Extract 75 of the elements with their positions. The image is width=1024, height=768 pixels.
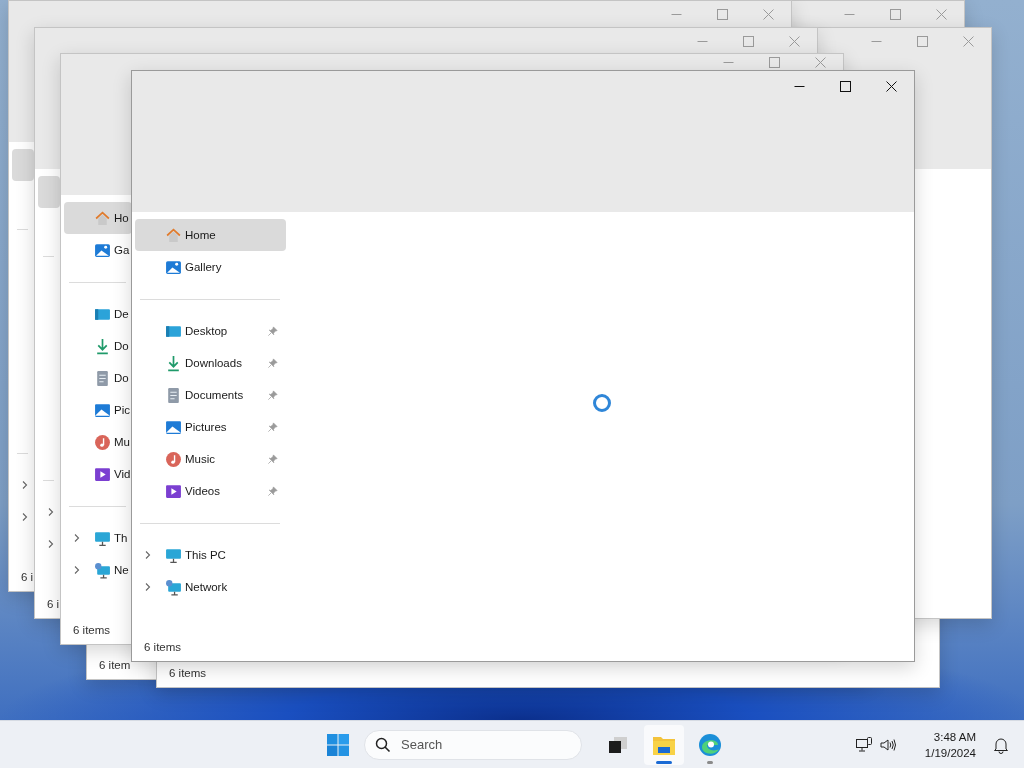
sidebar-item[interactable]: Desktop	[135, 315, 286, 347]
sidebar-item[interactable]: Pictures	[135, 411, 286, 443]
sidebar-item[interactable]	[12, 149, 34, 181]
sidebar-item[interactable]: Music	[135, 443, 286, 475]
windows-logo-icon	[326, 732, 350, 757]
maximize-icon	[768, 56, 780, 68]
maximize-icon	[889, 8, 901, 20]
sidebar-item[interactable]	[38, 176, 60, 208]
sidebar-item[interactable]: Gallery	[135, 251, 286, 283]
clock-time: 3:48 AM	[933, 729, 976, 745]
sidebar-item[interactable]: Downloads	[135, 347, 286, 379]
search-field[interactable]: Search	[399, 736, 553, 753]
pin-icon[interactable]	[267, 389, 278, 401]
clock[interactable]: 3:48 AM 1/19/2024	[924, 728, 976, 761]
sidebar-item[interactable]: Mu	[64, 426, 132, 458]
video-icon	[165, 482, 182, 500]
home-icon	[94, 209, 111, 227]
maximize-icon	[742, 35, 754, 47]
sidebar-item[interactable]: Documents	[135, 379, 286, 411]
sidebar-item[interactable]: Ho	[64, 202, 132, 234]
pin-icon[interactable]	[267, 325, 278, 337]
sidebar-item[interactable]: Ga	[64, 234, 132, 266]
sidebar-item[interactable]: Pic	[64, 394, 132, 426]
home-icon	[165, 226, 182, 244]
sidebar-item[interactable]: Network	[135, 571, 286, 603]
network-icon	[94, 561, 111, 579]
maximize-icon	[839, 80, 851, 92]
picture-icon	[94, 401, 111, 419]
network-icon	[165, 578, 182, 596]
monitor-icon	[94, 529, 111, 547]
network-status-icon[interactable]	[854, 735, 873, 754]
pin-icon[interactable]	[267, 485, 278, 497]
item-count: 6 item	[99, 659, 131, 671]
item-count: 6 items	[169, 667, 207, 679]
document-icon	[94, 369, 111, 387]
close-icon	[762, 8, 774, 20]
search-bar[interactable]: Search	[364, 729, 582, 760]
document-icon	[165, 386, 182, 404]
monitor-icon	[165, 546, 182, 564]
picture-icon	[165, 418, 182, 436]
item-count: 6 items	[73, 624, 111, 636]
sidebar-item[interactable]: De	[64, 298, 132, 330]
pin-icon[interactable]	[267, 453, 278, 465]
pin-icon[interactable]	[267, 421, 278, 433]
sidebar-item[interactable]: Ne	[64, 554, 132, 586]
clock-date: 1/19/2024	[924, 745, 976, 761]
sidebar-item[interactable]: Vid	[64, 458, 132, 490]
maximize-icon	[716, 8, 728, 20]
video-icon	[94, 465, 111, 483]
sidebar-item[interactable]: Do	[64, 362, 132, 394]
gallery-icon	[165, 258, 182, 276]
task-view-icon	[608, 735, 628, 754]
sidebar-item[interactable]: Home	[135, 219, 286, 251]
close-icon	[935, 8, 947, 20]
pin-icon[interactable]	[267, 357, 278, 369]
download-icon	[165, 354, 182, 372]
sidebar-item[interactable]: This PC	[135, 539, 286, 571]
browser-icon	[698, 732, 722, 757]
sidebar-item[interactable]: Videos	[135, 475, 286, 507]
maximize-icon	[916, 35, 928, 47]
close-icon	[788, 35, 800, 47]
music-icon	[94, 433, 111, 451]
item-count: 6 i	[21, 571, 34, 583]
search-icon	[375, 736, 391, 753]
notification-bell-icon[interactable]	[992, 735, 1010, 754]
item-count: 6 i	[47, 598, 60, 610]
item-count: 6 items	[144, 641, 182, 653]
gallery-icon	[94, 241, 111, 259]
sidebar-item[interactable]: Th	[64, 522, 132, 554]
download-icon	[94, 337, 111, 355]
music-icon	[165, 450, 182, 468]
close-icon	[962, 35, 974, 47]
close-icon	[814, 56, 826, 68]
sidebar-item[interactable]: Do	[64, 330, 132, 362]
close-icon	[885, 80, 897, 92]
